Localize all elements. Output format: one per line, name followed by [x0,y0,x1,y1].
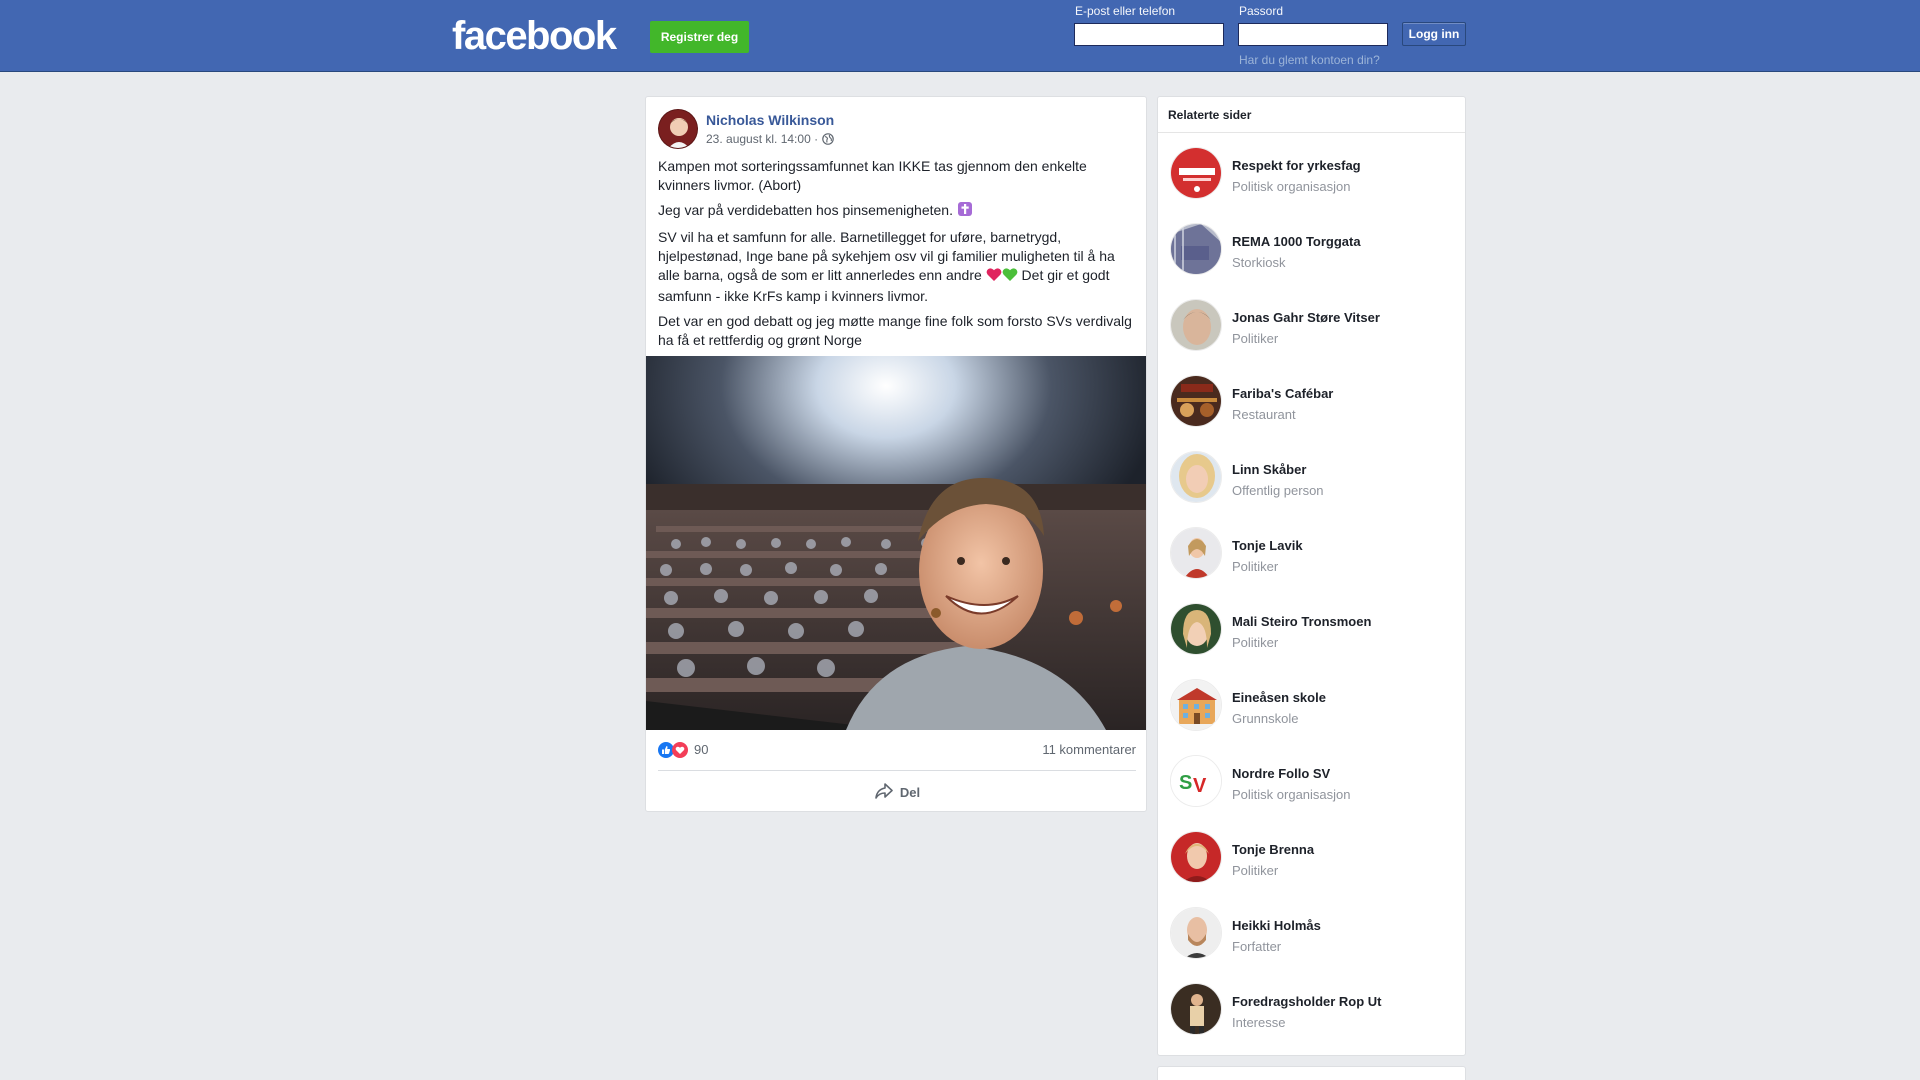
author-avatar[interactable] [658,109,698,149]
related-page-item[interactable]: Linn Skåber Offentlig person [1158,447,1465,523]
globe-icon [822,133,834,145]
reaction-icons[interactable] [658,742,688,761]
related-page-name[interactable]: Mali Steiro Tronsmoen [1232,614,1371,629]
related-page-category: Interesse [1232,1015,1286,1030]
related-page-item[interactable]: Mali Steiro Tronsmoen Politiker [1158,599,1465,675]
related-page-avatar[interactable] [1170,451,1222,503]
share-label: Del [899,784,921,800]
related-page-item[interactable]: Tonje Brenna Politiker [1158,827,1465,903]
comment-count[interactable]: 11 kommentarer [1042,742,1136,757]
svg-text:S: S [1179,772,1192,794]
related-page-category: Politiker [1232,635,1279,650]
related-page-category: Storkiosk [1232,255,1286,270]
post-paragraph: Jeg var på verdidebatten hos pinsemenigh… [658,201,1136,222]
password-label: Passord [1239,4,1284,18]
related-page-item[interactable]: S V Nordre Follo SV Politisk organisasjon [1158,751,1465,827]
facebook-logo[interactable]: facebook [452,14,617,58]
related-page-avatar[interactable] [1170,983,1222,1035]
related-page-category: Forfatter [1232,939,1282,954]
related-page-name[interactable]: Heikki Holmås [1232,918,1321,933]
related-page-item[interactable]: Tonje Lavik Politiker [1158,523,1465,599]
related-page-item[interactable]: Jonas Gahr Støre Vitser Politiker [1158,295,1465,371]
related-pages-panel: Relaterte sider Respekt for yrkesfag Poli… [1157,96,1466,1056]
reactions-row: 90 11 kommentarer [658,740,1136,760]
share-button[interactable]: Del [658,777,1136,807]
cross-emoji-icon [957,201,973,222]
related-page-avatar[interactable]: SV [1170,755,1222,807]
related-page-avatar[interactable] [1170,527,1222,579]
post-text: Kampen mot sorteringssamfunnet kan IKKE … [658,157,1136,356]
love-reaction-icon [672,742,688,761]
related-page-category: Grunnskole [1232,711,1299,726]
related-page-avatar[interactable] [1170,907,1222,959]
next-panel [1157,1066,1466,1080]
red-heart-icon [986,267,1002,287]
related-page-item[interactable]: Heikki Holmås Forfatter [1158,903,1465,979]
related-page-name[interactable]: Jonas Gahr Støre Vitser [1232,310,1380,325]
related-page-item[interactable]: Eineåsen skole Grunnskole [1158,675,1465,751]
related-page-name[interactable]: REMA 1000 Torggata [1232,234,1361,249]
post-paragraph: Det var en god debatt og jeg møtte mange… [658,313,1132,348]
related-page-category: Restaurant [1232,407,1296,422]
post-card: Nicholas Wilkinson 23. august kl. 14:00 … [645,96,1147,812]
related-page-item[interactable]: Foredragsholder Rop Ut Interesse [1158,979,1465,1055]
email-input[interactable] [1074,23,1224,46]
related-page-avatar[interactable] [1170,223,1222,275]
related-pages-list: Respekt for yrkesfag Politisk organisasjo… [1158,133,1465,1055]
password-input[interactable] [1238,23,1388,46]
share-icon [874,782,894,803]
login-button[interactable]: Logg inn [1402,22,1466,46]
post-author-name[interactable]: Nicholas Wilkinson [706,112,834,128]
related-pages-title: Relaterte sider [1158,97,1465,133]
svg-text:V: V [1193,775,1207,797]
related-page-name[interactable]: Tonje Brenna [1232,842,1314,857]
post-timestamp[interactable]: 23. august kl. 14:00 · [706,132,818,146]
related-page-category: Politiker [1232,863,1279,878]
related-page-avatar[interactable] [1170,679,1222,731]
related-page-category: Politisk organisasjon [1232,179,1351,194]
related-page-item[interactable]: REMA 1000 Torggata Storkiosk [1158,219,1465,295]
related-page-name[interactable]: Foredragsholder Rop Ut [1232,994,1382,1009]
email-label: E-post eller telefon [1075,4,1176,18]
related-page-category: Politiker [1232,559,1279,574]
related-page-avatar[interactable] [1170,147,1222,199]
forgot-account-link[interactable]: Har du glemt kontoen din? [1239,53,1380,67]
related-page-name[interactable]: Linn Skåber [1232,462,1306,477]
related-page-category: Politisk organisasjon [1232,787,1351,802]
related-page-item[interactable]: Fariba's Cafébar Restaurant [1158,371,1465,447]
reaction-count[interactable]: 90 [694,742,708,757]
related-page-avatar[interactable] [1170,375,1222,427]
post-meta: 23. august kl. 14:00 · [706,132,834,146]
top-bar: facebook Registrer deg E-post eller tele… [0,0,1920,72]
related-page-name[interactable]: Tonje Lavik [1232,538,1303,553]
related-page-avatar[interactable] [1170,299,1222,351]
related-page-category: Politiker [1232,331,1279,346]
related-page-avatar[interactable] [1170,831,1222,883]
related-page-name[interactable]: Eineåsen skole [1232,690,1326,705]
related-page-name[interactable]: Nordre Follo SV [1232,766,1330,781]
related-page-category: Offentlig person [1232,483,1324,498]
post-divider [658,770,1136,771]
register-button[interactable]: Registrer deg [650,21,749,53]
related-page-item[interactable]: Respekt for yrkesfag Politisk organisasjo… [1158,143,1465,219]
related-page-name[interactable]: Respekt for yrkesfag [1232,158,1361,173]
post-paragraph: SV vil ha et samfunn for alle. Barnetill… [658,229,1115,304]
post-paragraph: Kampen mot sorteringssamfunnet kan IKKE … [658,158,1087,193]
related-page-avatar[interactable] [1170,603,1222,655]
green-heart-icon [1002,267,1018,287]
related-page-name[interactable]: Fariba's Cafébar [1232,386,1333,401]
post-photo[interactable] [646,356,1146,730]
